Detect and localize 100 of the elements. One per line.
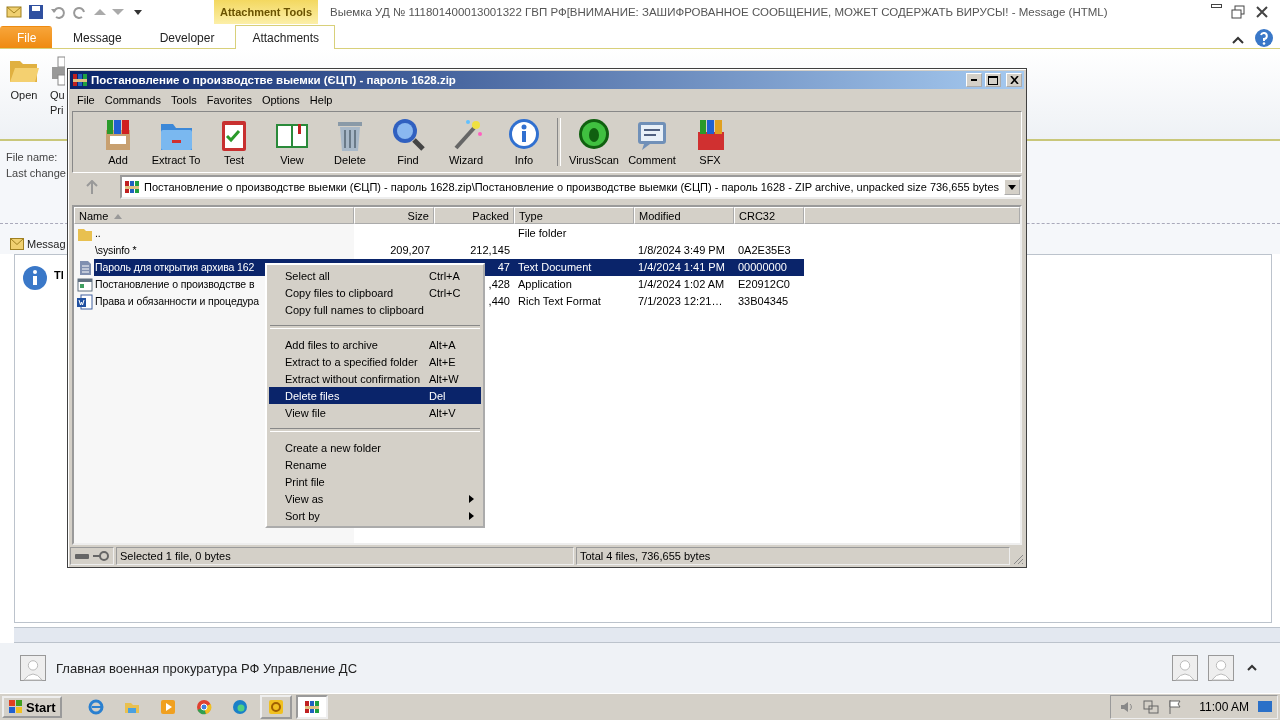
menu-item[interactable]: Commands xyxy=(99,91,166,109)
redo-icon xyxy=(72,4,88,20)
window-icon xyxy=(77,276,93,293)
ribbon-tab[interactable]: Developer xyxy=(142,26,232,48)
start-button[interactable]: Start xyxy=(2,696,62,718)
toolbar-button[interactable]: Find xyxy=(379,114,437,170)
network-icon xyxy=(1143,699,1160,715)
menu-item[interactable]: Tools xyxy=(166,91,202,109)
reading-pane-tab[interactable]: Messag xyxy=(10,238,66,254)
menu-item[interactable]: Favorites xyxy=(201,91,257,109)
table-cell-text: E20912C0 xyxy=(737,277,791,292)
up-arrow-icon xyxy=(94,9,106,15)
caret-down-icon xyxy=(1008,184,1016,190)
menu-item[interactable]: Sort by xyxy=(269,507,481,524)
toolbar-button[interactable]: View xyxy=(263,114,321,170)
file-name[interactable]: \sysinfo * xyxy=(94,242,138,259)
file-name[interactable]: Права и обязанности и процедура xyxy=(94,293,260,310)
help-icon xyxy=(1254,28,1274,48)
column-header[interactable]: Size xyxy=(354,207,434,224)
play-icon xyxy=(159,699,176,715)
key-icon xyxy=(93,551,109,561)
column-header[interactable]: CRC32 xyxy=(734,207,804,224)
ribbon-tab[interactable]: Attachments xyxy=(235,25,336,49)
ribbon-button[interactable]: Open xyxy=(6,55,42,102)
file-name[interactable]: Постановление о производстве в xyxy=(94,276,256,293)
minimize-icon xyxy=(1211,4,1222,8)
status-text: Selected 1 file, 0 bytes xyxy=(116,547,574,565)
table-cell: Text Document xyxy=(514,259,634,276)
taskbar-button[interactable] xyxy=(295,695,328,719)
minimize-icon xyxy=(971,79,977,81)
maximize-button[interactable] xyxy=(985,73,1001,87)
outlook-icon xyxy=(267,699,284,715)
ribbon-button[interactable]: Qu Pri xyxy=(50,55,65,117)
envelope-icon xyxy=(6,4,22,20)
close-icon xyxy=(1009,76,1019,84)
table-cell-text: 0A2E35E3 xyxy=(737,243,792,258)
menu-item[interactable]: View as xyxy=(269,490,481,507)
archive-icon xyxy=(72,72,88,88)
table-cell: 00000000 xyxy=(734,259,804,276)
up-arrow-icon xyxy=(86,180,98,194)
ribbon-tab[interactable]: Message xyxy=(56,26,139,48)
resize-grip-icon[interactable] xyxy=(1012,553,1024,565)
flag-icon xyxy=(1167,699,1184,715)
dropdown-button[interactable] xyxy=(1004,179,1020,195)
table-cell-text: 33B04345 xyxy=(737,294,790,309)
toolbar-button[interactable]: SFX xyxy=(681,114,739,170)
column-header[interactable]: Type xyxy=(514,207,634,224)
column-header[interactable]: Modified xyxy=(634,207,734,224)
menu-item[interactable]: View file Alt+V xyxy=(269,404,481,421)
menu-item[interactable]: Extract without confirmation Alt+W xyxy=(269,370,481,387)
edge-icon xyxy=(231,699,248,715)
toolbar-button[interactable]: Extract To xyxy=(147,114,205,170)
archive-icon xyxy=(124,179,140,195)
search-icon xyxy=(390,116,426,152)
file-name[interactable]: .. xyxy=(94,225,102,242)
toolbar-button[interactable]: Wizard xyxy=(437,114,495,170)
table-cell-text: File folder xyxy=(517,226,568,241)
info-text: Tl xyxy=(54,269,64,281)
menu-item[interactable]: Rename xyxy=(269,456,481,473)
menu-item[interactable]: Add files to archive Alt+A xyxy=(269,336,481,353)
menu-item[interactable]: Extract to a specified folder Alt+E xyxy=(269,353,481,370)
menu-item[interactable]: Delete files Del xyxy=(269,387,481,404)
toolbar-button[interactable]: VirusScan xyxy=(565,114,623,170)
splitter-bar[interactable] xyxy=(14,627,1280,643)
toolbar-button[interactable]: Info xyxy=(495,114,553,170)
menu-item[interactable]: Create a new folder xyxy=(269,439,481,456)
info-icon xyxy=(506,116,542,152)
desktop-icon xyxy=(1257,699,1273,715)
menu-item[interactable]: Help xyxy=(304,91,338,109)
windows-logo-icon xyxy=(8,699,24,715)
word-document-icon xyxy=(77,293,93,310)
chrome-icon xyxy=(195,699,212,715)
avatar-icon xyxy=(1208,655,1234,681)
toolbar-button[interactable]: Delete xyxy=(321,114,379,170)
document-icon xyxy=(77,259,93,276)
menu-item[interactable]: Copy full names to clipboard xyxy=(269,301,481,318)
toolbar-button[interactable]: Test xyxy=(205,114,263,170)
toolbar-button[interactable]: Comment xyxy=(623,114,681,170)
printer-icon xyxy=(50,55,65,87)
column-header[interactable]: Packed xyxy=(434,207,514,224)
table-cell-text: 209,207 xyxy=(389,243,431,258)
maximize-icon xyxy=(988,75,998,85)
close-button[interactable] xyxy=(1006,73,1022,87)
column-header[interactable]: Name xyxy=(74,207,354,224)
toolbar-button[interactable]: Add xyxy=(89,114,147,170)
table-cell-text: 1/4/2024 1:02 AM xyxy=(637,277,726,292)
menu-item[interactable]: Print file xyxy=(269,473,481,490)
sort-arrow-icon xyxy=(114,212,123,219)
undo-icon xyxy=(50,4,66,20)
menu-item[interactable]: Options xyxy=(256,91,305,109)
taskbar-button[interactable] xyxy=(259,695,292,719)
menu-item[interactable]: File xyxy=(72,91,100,109)
window-title: Выемка УД № 111801400013001322 ГВП РФ[ВНИМАНИЕ: ЗАШИФРОВАННОЕ СООБЩЕНИЕ, МОЖЕТ СОДЕРЖАТЬ ВИРУСЫ! - Message (HTML) xyxy=(329,6,1109,18)
path-field[interactable]: Постановление о производстве выемки (ЄЦП) - пароль 1628.zip\Постановление о производстве выемки (ЄЦП) - пароль 1628 - ZIP archive, unpacked size 736,655 bytes xyxy=(120,175,1022,199)
minimize-button[interactable] xyxy=(966,73,982,87)
restore-icon xyxy=(1230,4,1246,20)
envelope-icon xyxy=(10,238,24,250)
tool-group-label: Attachment Tools xyxy=(214,0,318,24)
menu-item[interactable]: Copy files to clipboard Ctrl+C xyxy=(269,284,481,301)
avatar-icon xyxy=(1172,655,1198,681)
